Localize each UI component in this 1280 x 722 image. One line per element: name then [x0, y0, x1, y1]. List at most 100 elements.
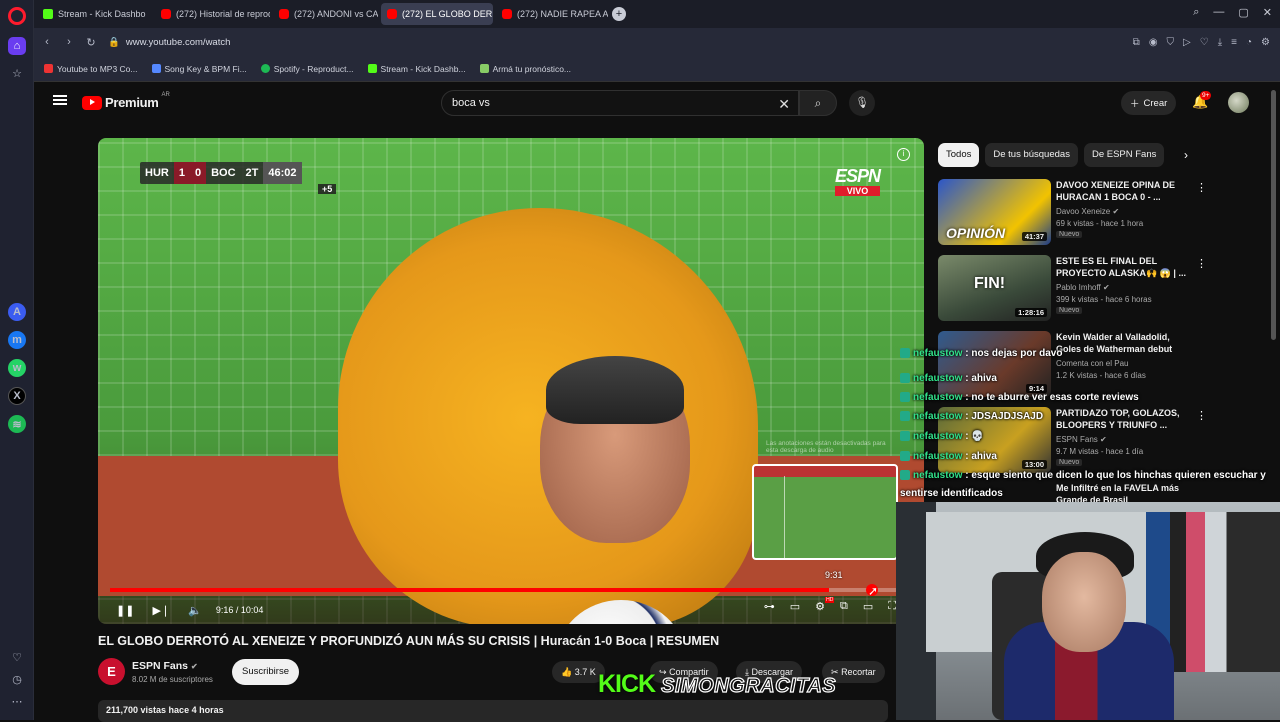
tab-el-globo[interactable]: (272) EL GLOBO DERR	[381, 3, 493, 25]
play-icon[interactable]: ▷	[1183, 37, 1191, 48]
autoplay-toggle-icon[interactable]: ⊶	[764, 600, 775, 613]
reload-icon[interactable]: ↻	[80, 36, 102, 49]
tab-history[interactable]: (272) Historial de reprodu	[155, 3, 270, 25]
overlay-notice: Las anotaciones están desactivadas para …	[766, 440, 886, 454]
tab-bar: Stream - Kick Dashbo (272) Historial de …	[34, 0, 1280, 28]
youtube-logo-icon	[82, 95, 102, 110]
bookmark-kick[interactable]: Stream - Kick Dashb...	[367, 64, 466, 74]
next-icon[interactable]: ▶❘	[152, 604, 170, 617]
settings-gear-icon[interactable]: ⚙ HD	[815, 597, 835, 613]
seek-preview-time: 9:31	[825, 570, 843, 580]
verified-icon: ✔	[190, 662, 198, 671]
miniplayer-icon[interactable]: ⧉	[840, 600, 848, 613]
chip-de-tus-busquedas[interactable]: De tus búsquedas	[985, 143, 1078, 167]
whatsapp-icon[interactable]: w	[8, 359, 26, 377]
menu-icon[interactable]: ≡	[1231, 37, 1237, 48]
snapshot-icon[interactable]: ⧉	[1133, 37, 1140, 48]
chat-message: nefaustow : no te aburre ver esas corte …	[900, 392, 1139, 403]
new-tab-button[interactable]: +	[612, 7, 626, 21]
search-button[interactable]: ⌕	[799, 90, 837, 116]
x-icon[interactable]: X	[8, 387, 26, 405]
page-scrollbar[interactable]	[1271, 90, 1276, 340]
chip-de-espn-fans[interactable]: De ESPN Fans	[1083, 143, 1165, 167]
more-vert-icon[interactable]: ⋮	[1196, 257, 1207, 270]
chat-message: nefaustow : esque siento que dicen lo qu…	[900, 470, 1266, 481]
pause-icon[interactable]: ❚❚	[116, 604, 134, 617]
back-icon[interactable]: ‹	[36, 36, 58, 48]
window-controls: ⌕ — ▢ ✕	[1193, 6, 1272, 19]
minimize-icon[interactable]: —	[1213, 6, 1224, 19]
heart-icon[interactable]: ♡	[8, 648, 26, 666]
added-time: +5	[318, 184, 337, 194]
download-icon[interactable]: ⤓	[1218, 37, 1222, 48]
hamburger-menu-icon[interactable]	[53, 95, 67, 105]
youtube-premium-logo[interactable]: Premium AR	[82, 92, 170, 110]
bookmark-spotify[interactable]: Spotify - Reproduct...	[260, 64, 354, 74]
recommended-video[interactable]: 9:14 Kevin Walder al Valladolid, Goles d…	[938, 331, 1208, 401]
bookmark-yt-mp3[interactable]: Youtube to MP3 Co...	[44, 64, 138, 74]
chip-todos[interactable]: Todos	[938, 143, 980, 167]
rec-channel: Pablo Imhoff ✔	[1056, 283, 1110, 292]
url-field[interactable]: 🔒 www.youtube.com/watch	[108, 37, 1133, 48]
chat-message: nefaustow : nos dejas por davo	[900, 348, 1062, 359]
subtitles-icon[interactable]: ▭	[790, 600, 800, 613]
kick-badge-icon	[900, 392, 910, 403]
shield-icon[interactable]: ⛉	[1167, 37, 1175, 48]
chat-message: sentirse identificados	[900, 488, 1003, 499]
search-tabs-icon[interactable]: ⌕	[1193, 6, 1199, 19]
tab-andoni[interactable]: (272) ANDONI vs CARLOS	[273, 3, 378, 25]
channel-name[interactable]: ESPN Fans ✔	[132, 660, 198, 672]
lock-icon: 🔒	[108, 36, 120, 48]
subscribe-button[interactable]: Suscribirse	[232, 659, 299, 685]
chevron-right-icon[interactable]: ›	[1184, 148, 1188, 162]
history-icon[interactable]: ◷	[8, 670, 26, 688]
more-vert-icon[interactable]: ⋮	[1196, 181, 1207, 194]
aria-icon[interactable]: A	[8, 303, 26, 321]
chat-message: nefaustow : ahiva	[900, 451, 997, 462]
more-vert-icon[interactable]: ⋮	[1196, 409, 1207, 422]
more-icon[interactable]: ⋯	[8, 692, 26, 710]
theater-mode-icon[interactable]: ▭	[863, 600, 873, 613]
account-avatar[interactable]	[1228, 92, 1249, 113]
goalkeeper-hair	[546, 356, 684, 424]
messenger-icon[interactable]: m	[8, 331, 26, 349]
info-icon[interactable]: i	[897, 148, 910, 161]
recommended-video[interactable]: FIN! 1:28:16 ESTE ES EL FINAL DEL PROYEC…	[938, 255, 1208, 325]
tab-nadie-rapea[interactable]: (272) NADIE RAPEA ASÍ	[496, 3, 608, 25]
youtube-icon	[502, 9, 512, 19]
spotify-icon[interactable]: ≋	[8, 415, 26, 433]
kick-badge-icon	[900, 411, 910, 422]
search-box: ✕	[441, 90, 799, 116]
clear-search-icon[interactable]: ✕	[778, 96, 790, 113]
bookmark-song-key[interactable]: Song Key & BPM Fi...	[151, 64, 247, 74]
like-button[interactable]: 👍 3.7 K	[552, 661, 605, 683]
star-icon[interactable]: ☆	[8, 64, 26, 82]
opera-logo-icon[interactable]	[8, 7, 26, 25]
camera-icon[interactable]: ◉	[1149, 37, 1158, 48]
maximize-icon[interactable]: ▢	[1238, 6, 1248, 19]
bookmark-prode[interactable]: Armá tu pronóstico...	[479, 64, 571, 74]
rec-channel: Davoo Xeneize ✔	[1056, 207, 1120, 216]
close-icon[interactable]: ✕	[1263, 6, 1272, 19]
youtube-icon	[279, 9, 289, 19]
mic-icon: 🎙	[855, 97, 869, 109]
voice-search-button[interactable]: 🎙	[849, 90, 875, 116]
profile-icon[interactable]: ◔	[1246, 37, 1252, 48]
create-button[interactable]: ＋ Crear	[1121, 91, 1177, 115]
volume-icon[interactable]: 🔈	[188, 604, 202, 617]
settings-icon[interactable]: ⚙	[1261, 37, 1270, 48]
progress-bar[interactable]	[110, 584, 900, 596]
forward-icon[interactable]: ›	[58, 36, 80, 48]
recommended-video[interactable]: OPINIÓN 41:37 DAVOO XENEIZE OPINA DE HUR…	[938, 179, 1208, 249]
search-input[interactable]	[452, 97, 752, 109]
home-icon[interactable]: ⌂	[8, 37, 26, 55]
channel-avatar[interactable]: E	[98, 658, 125, 685]
bookmark-icon	[44, 64, 53, 73]
progress-fill	[110, 588, 829, 592]
heart-icon[interactable]: ♡	[1200, 37, 1209, 48]
view-count-line[interactable]: 211,700 vistas hace 4 horas	[98, 700, 888, 722]
fullscreen-icon[interactable]: ⛶	[888, 600, 896, 613]
webcam-overlay	[896, 502, 1280, 720]
video-player[interactable]: HUR 1 0 BOC 2T 46:02 +5 ESPN VIVO i Las …	[98, 138, 924, 624]
tab-kick-dashboard[interactable]: Stream - Kick Dashbo	[37, 3, 152, 25]
